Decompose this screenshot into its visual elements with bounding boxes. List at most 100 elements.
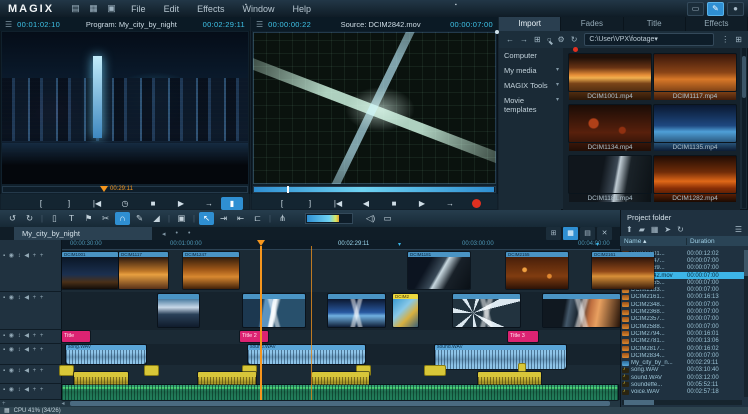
set-in-button[interactable]: [ <box>271 197 293 210</box>
clip-body[interactable] <box>248 350 365 364</box>
jog-mode-button[interactable]: ▮ <box>221 197 243 210</box>
program-scrub-bar[interactable]: 00:29:11 <box>2 186 248 193</box>
refresh-icon[interactable]: ↻ <box>571 35 578 44</box>
fade-button[interactable]: ◢ <box>149 212 164 225</box>
clip-body[interactable] <box>506 257 568 289</box>
tab-scroll-icon[interactable]: • <box>176 230 178 238</box>
track-control-icons[interactable]: ▪ ◉ ↕ ◀ + + <box>0 330 62 339</box>
edit-mode-icon[interactable]: ✎ <box>707 2 724 16</box>
timeline-clip[interactable] <box>145 366 158 375</box>
timeline-clip[interactable] <box>62 385 618 400</box>
set-out-button[interactable]: ] <box>299 197 321 210</box>
clip-body[interactable] <box>543 299 620 327</box>
edit-button[interactable]: ✎ <box>132 212 147 225</box>
sidebar-item[interactable]: MAGIX Tools▾ <box>499 78 561 93</box>
expand-arrow-icon[interactable]: ▾ <box>556 81 559 90</box>
skip-start-button[interactable]: |◀ <box>327 197 349 210</box>
media-pool-tab[interactable]: Fades <box>561 17 623 31</box>
frame-back-button[interactable]: ◀ <box>355 197 377 210</box>
jump-end-button[interactable]: → <box>439 197 461 210</box>
path-dropdown-icon[interactable]: ▾ <box>654 34 709 45</box>
forward-icon[interactable]: → <box>520 35 528 44</box>
menu-item[interactable]: File <box>122 4 155 14</box>
settings-icon[interactable]: ⚙ <box>558 35 565 44</box>
clip-body[interactable] <box>158 299 199 327</box>
clip-body[interactable] <box>393 299 418 327</box>
track-control-icons[interactable]: ▪ ◉ ↕ ◀ + + <box>0 365 62 374</box>
timeline-clip[interactable]: Title <box>62 331 90 342</box>
undo-button[interactable]: ↺ <box>5 212 20 225</box>
timeline-clip[interactable]: song.WAV <box>66 345 146 364</box>
track-control-icons[interactable]: ▪ ◉ ↕ ◀ + + <box>0 384 62 393</box>
clip-body[interactable] <box>592 257 654 289</box>
ruler-marker-icon[interactable]: ▪ <box>245 2 247 8</box>
track-header[interactable]: ▪ ◉ ↕ ◀ + + <box>0 292 62 330</box>
new-file-icon[interactable]: ▤ <box>68 3 83 14</box>
timeline-clip[interactable]: Title 2 <box>240 331 268 342</box>
zoom-plus-icon[interactable]: + <box>2 401 6 407</box>
back-icon[interactable]: ← <box>506 35 514 44</box>
track-control-icons[interactable]: ▪ ◉ ↕ ◀ + + <box>0 344 62 353</box>
thumbnail-image[interactable] <box>654 105 736 142</box>
sidebar-item[interactable]: Movie templates▾ <box>499 93 561 117</box>
track-header[interactable]: ▪ ◉ ↕ ◀ + + <box>0 344 62 365</box>
track-header[interactable]: ▪ ◉ ↕ ◀ + + <box>0 330 62 344</box>
curve-mode-button[interactable]: ⋔ <box>275 212 290 225</box>
clip-body[interactable] <box>119 257 168 289</box>
media-thumbnail[interactable]: DCIM1001.mp4 <box>569 54 651 100</box>
media-thumbnail[interactable]: DCIM1282.mp4 <box>654 156 736 202</box>
separator[interactable]: | <box>267 212 273 225</box>
stop-button[interactable]: ■ <box>142 197 164 210</box>
record-button[interactable] <box>472 199 481 208</box>
stretch-mode-button[interactable]: ⊏ <box>250 212 265 225</box>
timeline-clip[interactable]: DCIM2 <box>393 294 418 327</box>
tab-scroll-icon[interactable]: ◂ <box>162 230 166 238</box>
media-pool-tab[interactable]: Import <box>499 17 561 31</box>
clip-body[interactable] <box>62 385 618 400</box>
set-in-button[interactable]: [ <box>30 197 52 210</box>
timeline-clip[interactable]: Title 3 <box>508 331 538 342</box>
menu-item[interactable]: Window <box>233 4 283 14</box>
clip-header[interactable]: Title 3 <box>508 331 538 342</box>
track-header[interactable]: ▪ ◉ ↕ ◀ + + <box>0 250 62 292</box>
track-header[interactable]: ▪ ◉ ↕ ◀ + + <box>0 384 62 400</box>
timeline-clip[interactable] <box>60 366 73 375</box>
thumbnail-image[interactable] <box>569 105 651 142</box>
source-video-preview[interactable] <box>253 32 496 184</box>
stop-button[interactable]: ■ <box>383 197 405 210</box>
refresh-icon[interactable]: ↻ <box>677 225 684 234</box>
file-row[interactable]: DCIM2781... 00:00:13:06 <box>620 338 744 345</box>
pointer-icon[interactable]: ➤ <box>664 225 671 234</box>
separator[interactable]: | <box>39 212 45 225</box>
source-scrub-bar[interactable] <box>253 186 496 193</box>
timeline-clip[interactable]: DCIM1117 <box>119 252 168 289</box>
monitor-menu-icon[interactable]: ☰ <box>5 20 12 29</box>
timeline-clip[interactable]: DCIM1181 <box>408 252 470 289</box>
hscroll-thumb[interactable] <box>70 401 610 406</box>
track-header[interactable]: ▪ ◉ ↕ ◀ + + <box>0 365 62 384</box>
sidebar-item[interactable]: Computer <box>499 48 561 63</box>
menu-item[interactable]: Help <box>283 4 320 14</box>
loop-button[interactable]: ◷ <box>114 197 136 210</box>
jump-end-button[interactable]: → <box>198 197 220 210</box>
timeline-clip[interactable] <box>543 294 620 327</box>
separator[interactable]: | <box>191 212 197 225</box>
timeline-mode-icon[interactable]: ▦ <box>563 227 578 240</box>
file-row[interactable]: DCIM2817... 00:00:16:02 <box>620 345 744 352</box>
source-position-marker[interactable] <box>287 186 289 193</box>
grid-view-icon[interactable]: ⊞ <box>735 35 742 44</box>
speaker-icon[interactable]: ◁) <box>363 212 378 225</box>
project-tab[interactable]: My_city_by_night <box>14 227 152 240</box>
column-duration[interactable]: Duration <box>686 238 748 245</box>
track-control-icons[interactable]: ▪ ◉ ↕ ◀ + + <box>0 292 62 301</box>
title-button[interactable]: T <box>64 212 79 225</box>
media-thumbnail[interactable]: DCIM1181.mp4 <box>569 156 651 202</box>
column-name[interactable]: Name ▴ <box>620 237 686 245</box>
sidebar-item[interactable]: My media▾ <box>499 63 561 78</box>
delete-button[interactable]: ▯ <box>47 212 62 225</box>
timeline-clip[interactable] <box>243 294 305 327</box>
file-row[interactable]: DCIM2161... 00:00:16:13 <box>620 294 744 301</box>
program-position-marker[interactable] <box>100 186 108 192</box>
file-row[interactable]: sound.WAV 00:03:12:00 <box>620 374 744 381</box>
file-row[interactable]: DCIM2834... 00:00:07:00 <box>620 352 744 359</box>
